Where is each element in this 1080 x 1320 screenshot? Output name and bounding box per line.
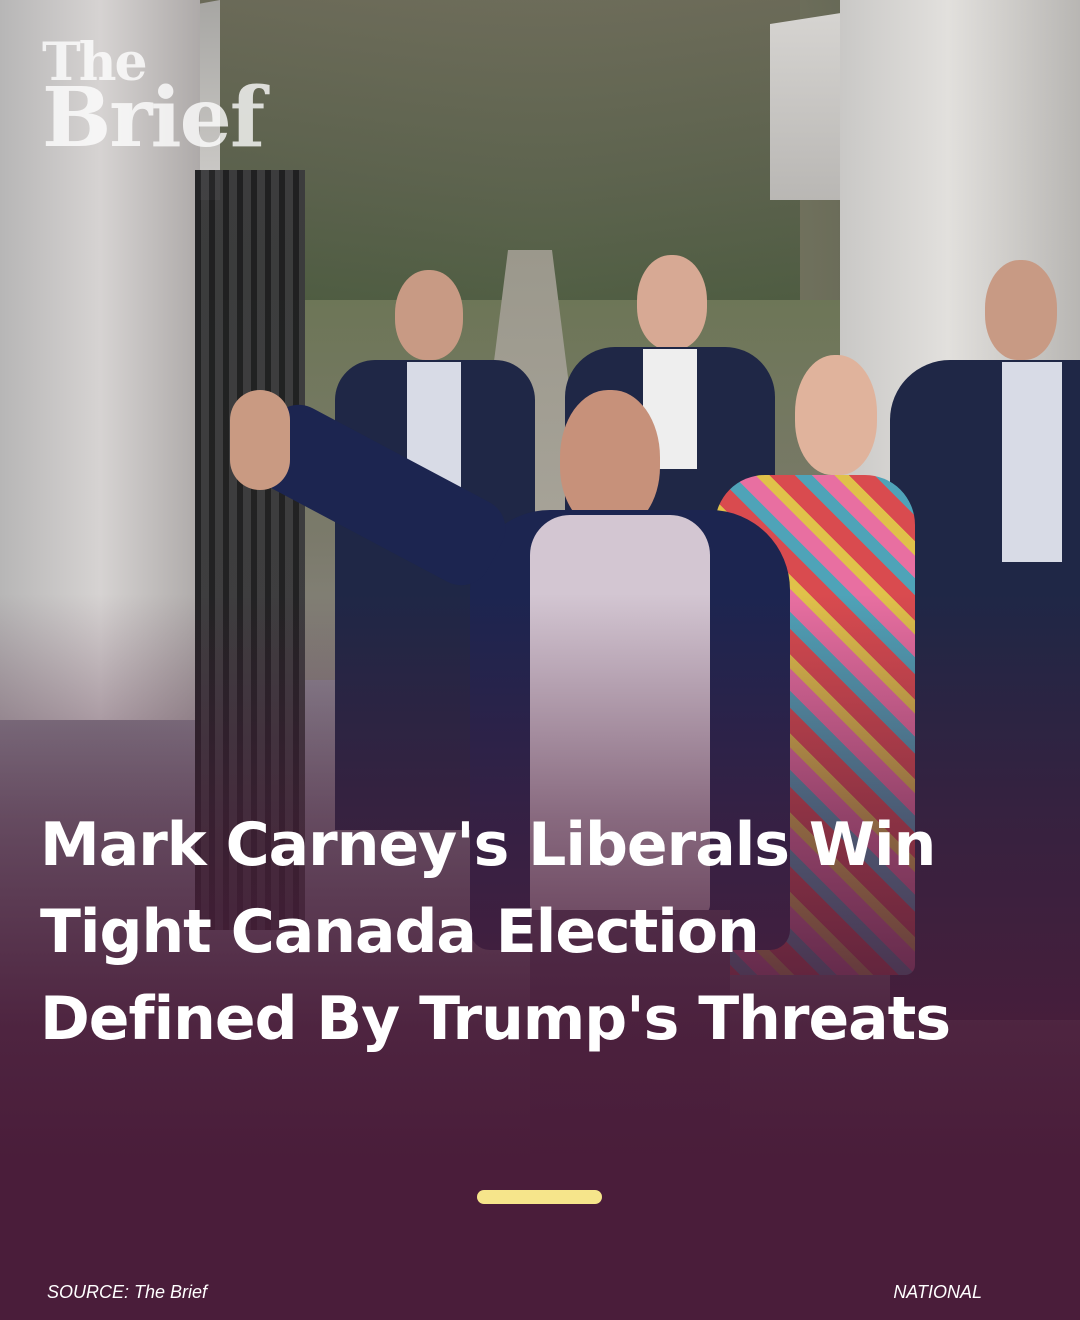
gradient-overlay [0, 0, 1080, 1320]
accent-bar [477, 1190, 602, 1204]
headline-line-2: Tight Canada Election [40, 897, 760, 967]
category-label: NATIONAL [893, 1282, 982, 1302]
logo-line-brief: Brief [42, 69, 265, 166]
headline: Mark Carney's Liberals Win Tight Canada … [40, 802, 1000, 1063]
brand-logo: The Brief [42, 37, 265, 166]
headline-line-1: Mark Carney's Liberals Win [40, 810, 936, 880]
news-card: The Brief Mark Carney's Liberals Win Tig… [0, 0, 1080, 1320]
headline-line-3: Defined By Trump's Threats [40, 984, 951, 1054]
source-label: SOURCE: The Brief [47, 1282, 208, 1302]
